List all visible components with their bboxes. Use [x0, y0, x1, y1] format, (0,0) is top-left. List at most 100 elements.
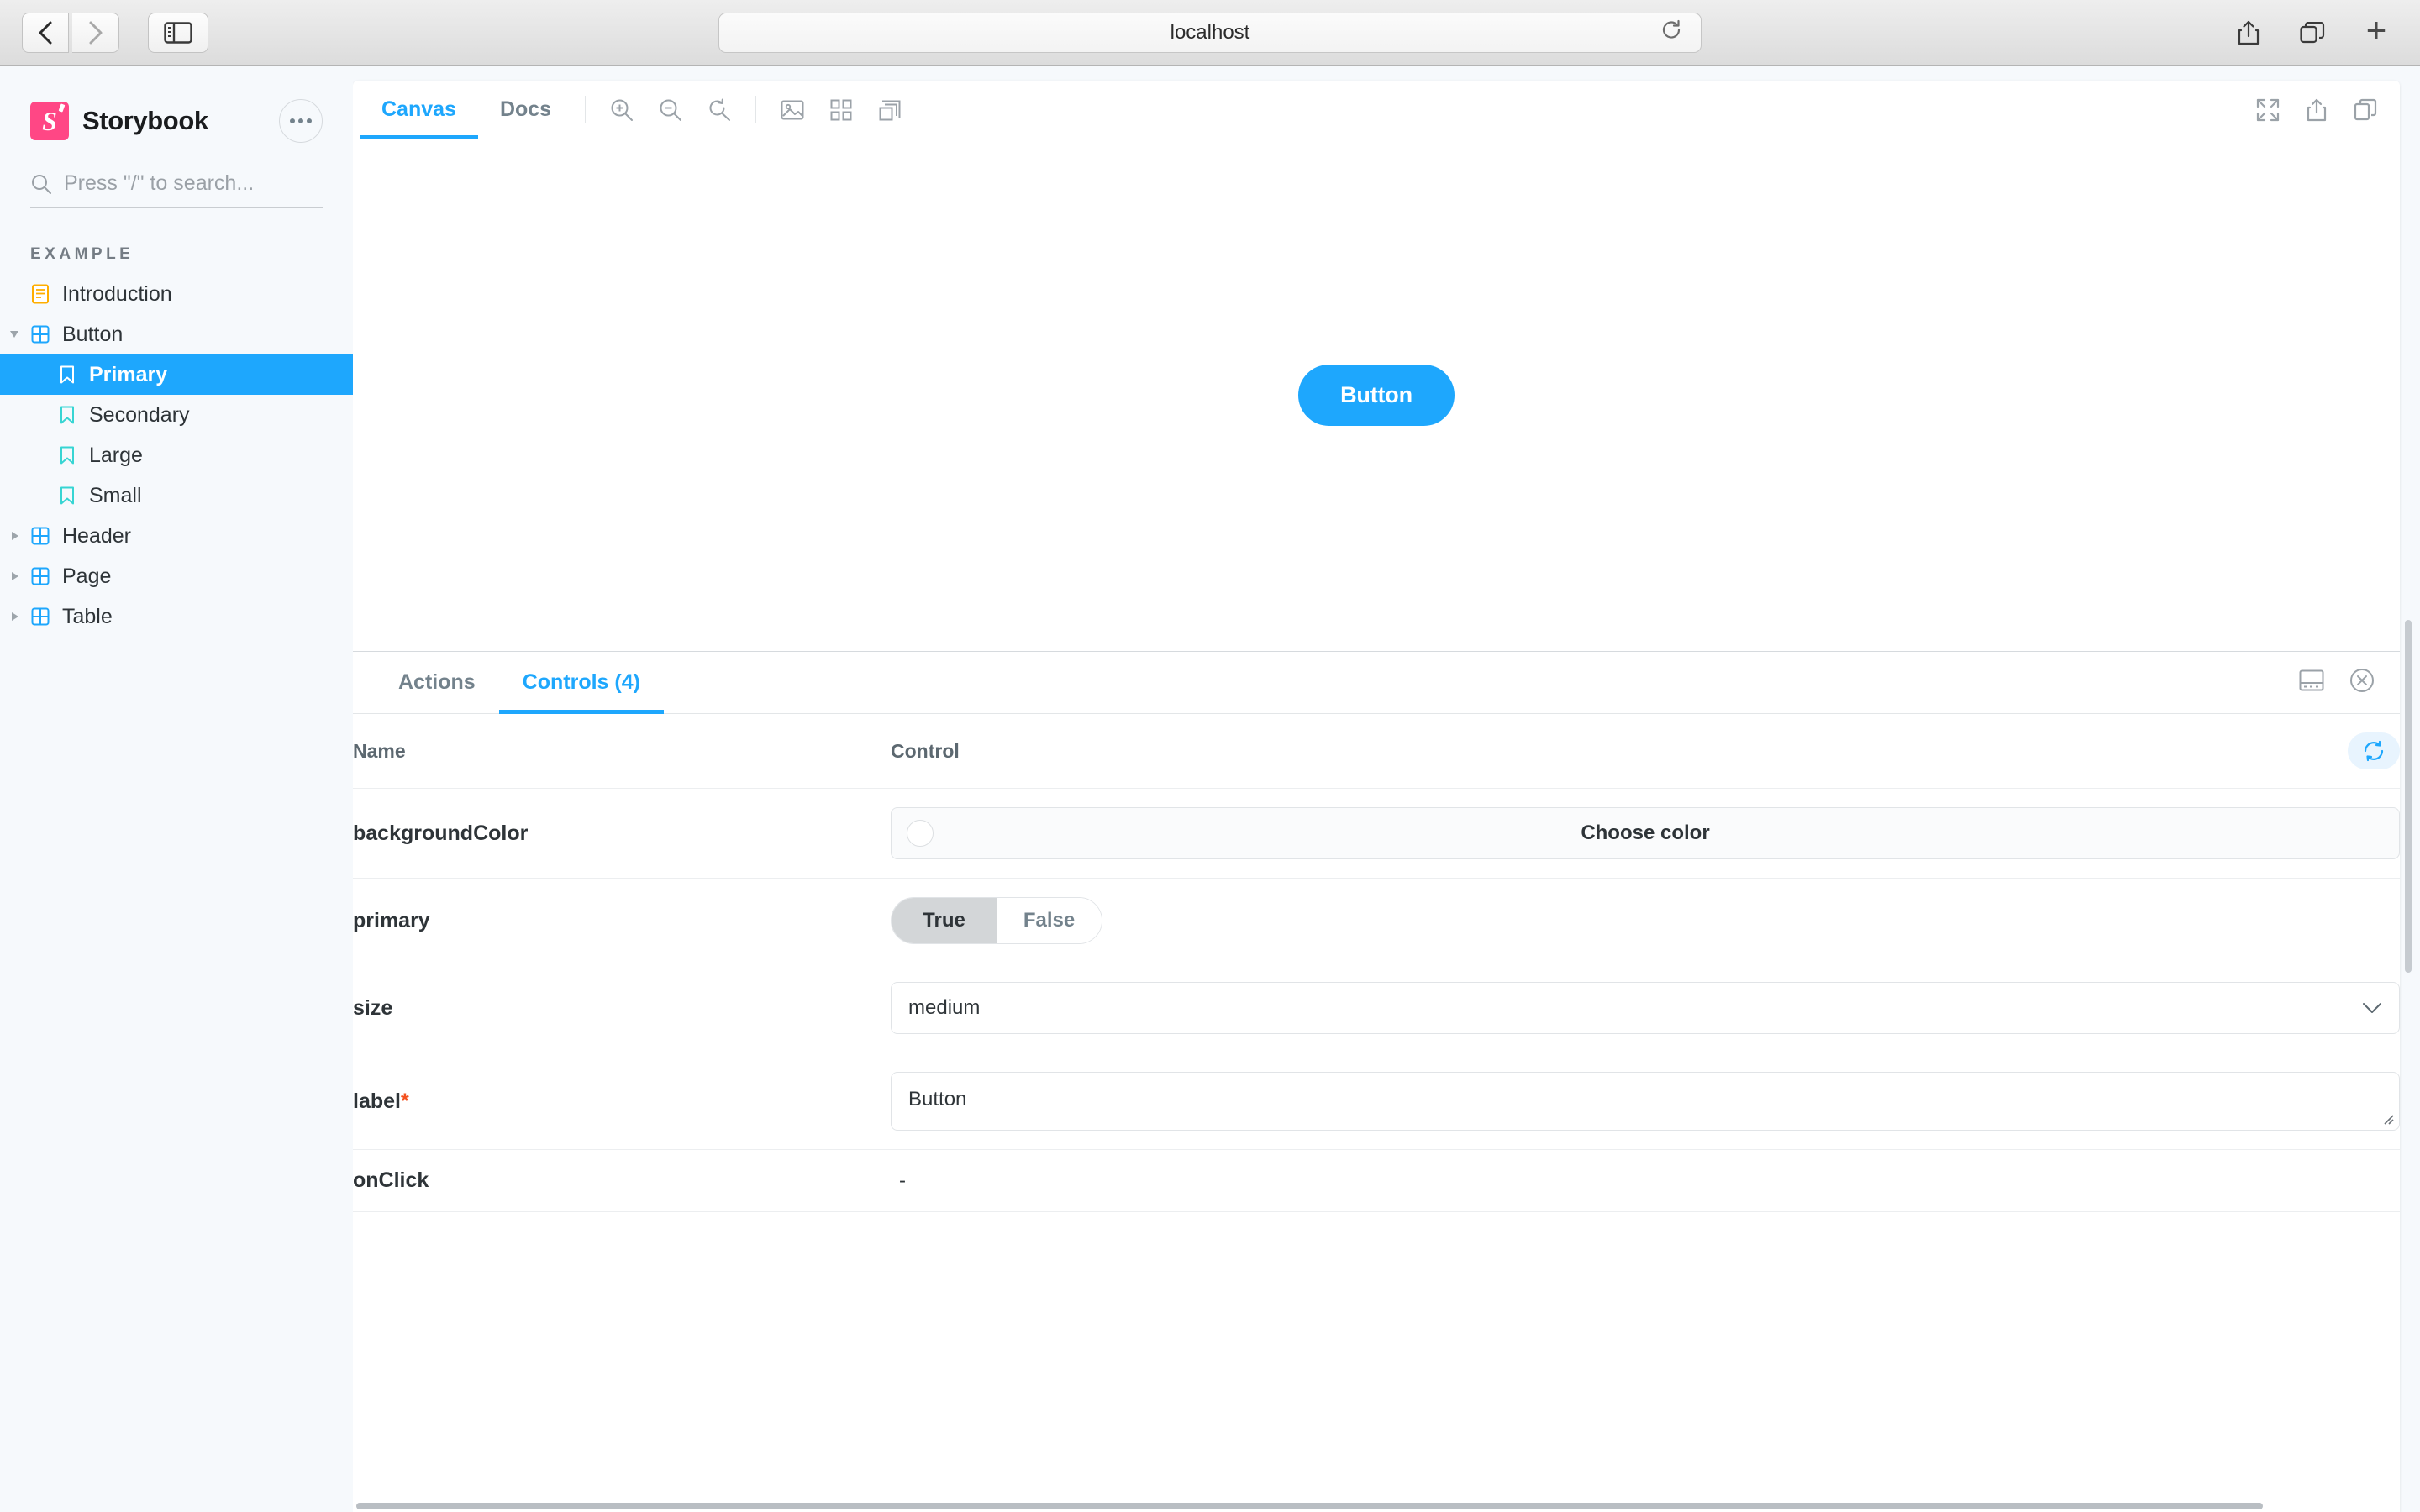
- browser-chrome: localhost +: [0, 0, 2420, 66]
- chevron-down-icon[interactable]: [10, 331, 18, 338]
- chevron-down-icon: [2362, 996, 2382, 1020]
- story-icon: [57, 445, 77, 465]
- tab-canvas[interactable]: Canvas: [360, 81, 478, 139]
- chevron-right-icon[interactable]: [12, 572, 18, 580]
- table-row: onClick -: [353, 1149, 2400, 1212]
- copy-icon: [2354, 98, 2377, 120]
- boolean-toggle[interactable]: True False: [891, 897, 1102, 944]
- story-icon: [57, 486, 77, 506]
- sidebar-toggle-button[interactable]: [148, 12, 208, 53]
- size-select[interactable]: medium: [891, 982, 2400, 1034]
- controls-table: Name Control backgroundColor Choose colo…: [353, 714, 2400, 1212]
- address-bar-text: localhost: [1170, 20, 1250, 44]
- backgrounds-button[interactable]: [768, 81, 817, 139]
- size-select-value: medium: [908, 996, 981, 1019]
- storybook-logo-icon: S: [30, 102, 69, 140]
- sidebar-item-large[interactable]: Large: [0, 435, 353, 475]
- measure-button[interactable]: [865, 81, 914, 139]
- sidebar-tree: Introduction Button Primary Secondary La…: [0, 274, 353, 637]
- control-name-primary: primary: [353, 878, 891, 963]
- panel-empty-space: [353, 1212, 2400, 1512]
- sidebar-item-label: Secondary: [89, 402, 190, 427]
- sidebar-item-header[interactable]: Header: [0, 516, 353, 556]
- address-bar[interactable]: localhost: [718, 12, 1702, 53]
- panel-position-icon: [2299, 669, 2324, 691]
- panel-vertical-scrollbar[interactable]: [2405, 620, 2412, 973]
- table-row: backgroundColor Choose color: [353, 788, 2400, 879]
- control-name-size: size: [353, 963, 891, 1053]
- story-preview-button[interactable]: Button: [1298, 365, 1455, 426]
- panel-position-button[interactable]: [2299, 669, 2324, 696]
- boolean-option-true[interactable]: True: [892, 898, 997, 943]
- color-picker-input[interactable]: Choose color: [891, 807, 2400, 859]
- sidebar-item-page[interactable]: Page: [0, 556, 353, 596]
- column-header-name: Name: [353, 714, 891, 789]
- chevron-right-icon[interactable]: [12, 532, 18, 540]
- label-textarea[interactable]: Button: [891, 1072, 2400, 1131]
- sidebar-item-label: Page: [62, 564, 112, 588]
- forward-button[interactable]: [72, 12, 119, 53]
- boolean-option-false[interactable]: False: [997, 898, 1102, 943]
- reload-icon: [1662, 19, 1681, 39]
- sidebar-item-secondary[interactable]: Secondary: [0, 395, 353, 435]
- ellipsis-dot-icon: [290, 118, 295, 123]
- zoom-reset-icon: [709, 98, 731, 121]
- table-row: size medium: [353, 963, 2400, 1053]
- grid-icon: [830, 99, 852, 120]
- back-button[interactable]: [22, 12, 69, 53]
- sidebar-item-table[interactable]: Table: [0, 596, 353, 637]
- control-cell-size: medium: [891, 963, 2400, 1053]
- scrollbar-thumb[interactable]: [356, 1503, 2264, 1509]
- grid-button[interactable]: [817, 81, 865, 139]
- zoom-in-button[interactable]: [597, 81, 646, 139]
- brand-title: Storybook: [82, 106, 208, 135]
- control-cell-backgroundcolor: Choose color: [891, 788, 2400, 879]
- zoom-reset-button[interactable]: [695, 81, 744, 139]
- sidebar-item-small[interactable]: Small: [0, 475, 353, 516]
- sidebar-item-label: Small: [89, 483, 142, 507]
- fullscreen-button[interactable]: [2244, 81, 2292, 139]
- toolbar-divider: [755, 96, 757, 123]
- share-button[interactable]: [2227, 13, 2270, 52]
- sidebar-item-button[interactable]: Button: [0, 314, 353, 354]
- copy-link-button[interactable]: [2341, 81, 2390, 139]
- chevron-right-icon[interactable]: [12, 612, 18, 621]
- reset-controls-button[interactable]: [2348, 732, 2400, 769]
- sidebar-item-introduction[interactable]: Introduction: [0, 274, 353, 314]
- reload-button[interactable]: [1660, 18, 1682, 46]
- tab-controls[interactable]: Controls (4): [498, 652, 665, 714]
- resize-handle-icon[interactable]: [2381, 1112, 2395, 1126]
- horizontal-scrollbar[interactable]: [353, 1500, 2420, 1512]
- new-tab-button[interactable]: +: [2354, 12, 2398, 52]
- required-asterisk-icon: *: [400, 1089, 409, 1113]
- color-swatch-icon[interactable]: [907, 820, 934, 847]
- close-panel-button[interactable]: [2349, 668, 2375, 697]
- zoom-out-button[interactable]: [646, 81, 695, 139]
- logo-letter: S: [42, 106, 57, 136]
- search-input[interactable]: Press "/" to search...: [30, 171, 323, 208]
- table-row: label* Button: [353, 1053, 2400, 1150]
- ellipsis-dot-icon: [307, 118, 312, 123]
- document-icon: [30, 284, 50, 304]
- shortcuts-menu-button[interactable]: [279, 99, 323, 143]
- column-header-reset: [2299, 714, 2400, 789]
- tab-overview-button[interactable]: [2291, 13, 2334, 52]
- refresh-icon: [2364, 740, 2384, 762]
- main-area: Canvas Docs Button Actions Controls (4) …: [353, 66, 2420, 1512]
- choose-color-label: Choose color: [1581, 822, 1710, 844]
- control-label-text: label: [353, 1089, 401, 1113]
- open-in-new-tab-button[interactable]: [2292, 81, 2341, 139]
- search-placeholder: Press "/" to search...: [64, 171, 255, 195]
- background-image-icon: [781, 100, 804, 119]
- sidebar-item-primary[interactable]: Primary: [0, 354, 353, 395]
- chevron-left-icon: [39, 21, 52, 44]
- copy-tabs-icon: [2300, 21, 2325, 43]
- sidebar-item-label: Table: [62, 604, 113, 628]
- tab-docs-label: Docs: [499, 97, 552, 121]
- tab-actions[interactable]: Actions: [375, 652, 499, 713]
- sidebar-item-label: Large: [89, 443, 143, 467]
- addon-panel-actions: [2299, 652, 2400, 713]
- search-icon: [32, 174, 51, 194]
- tab-docs[interactable]: Docs: [478, 81, 573, 139]
- sidebar-item-label: Header: [62, 523, 131, 548]
